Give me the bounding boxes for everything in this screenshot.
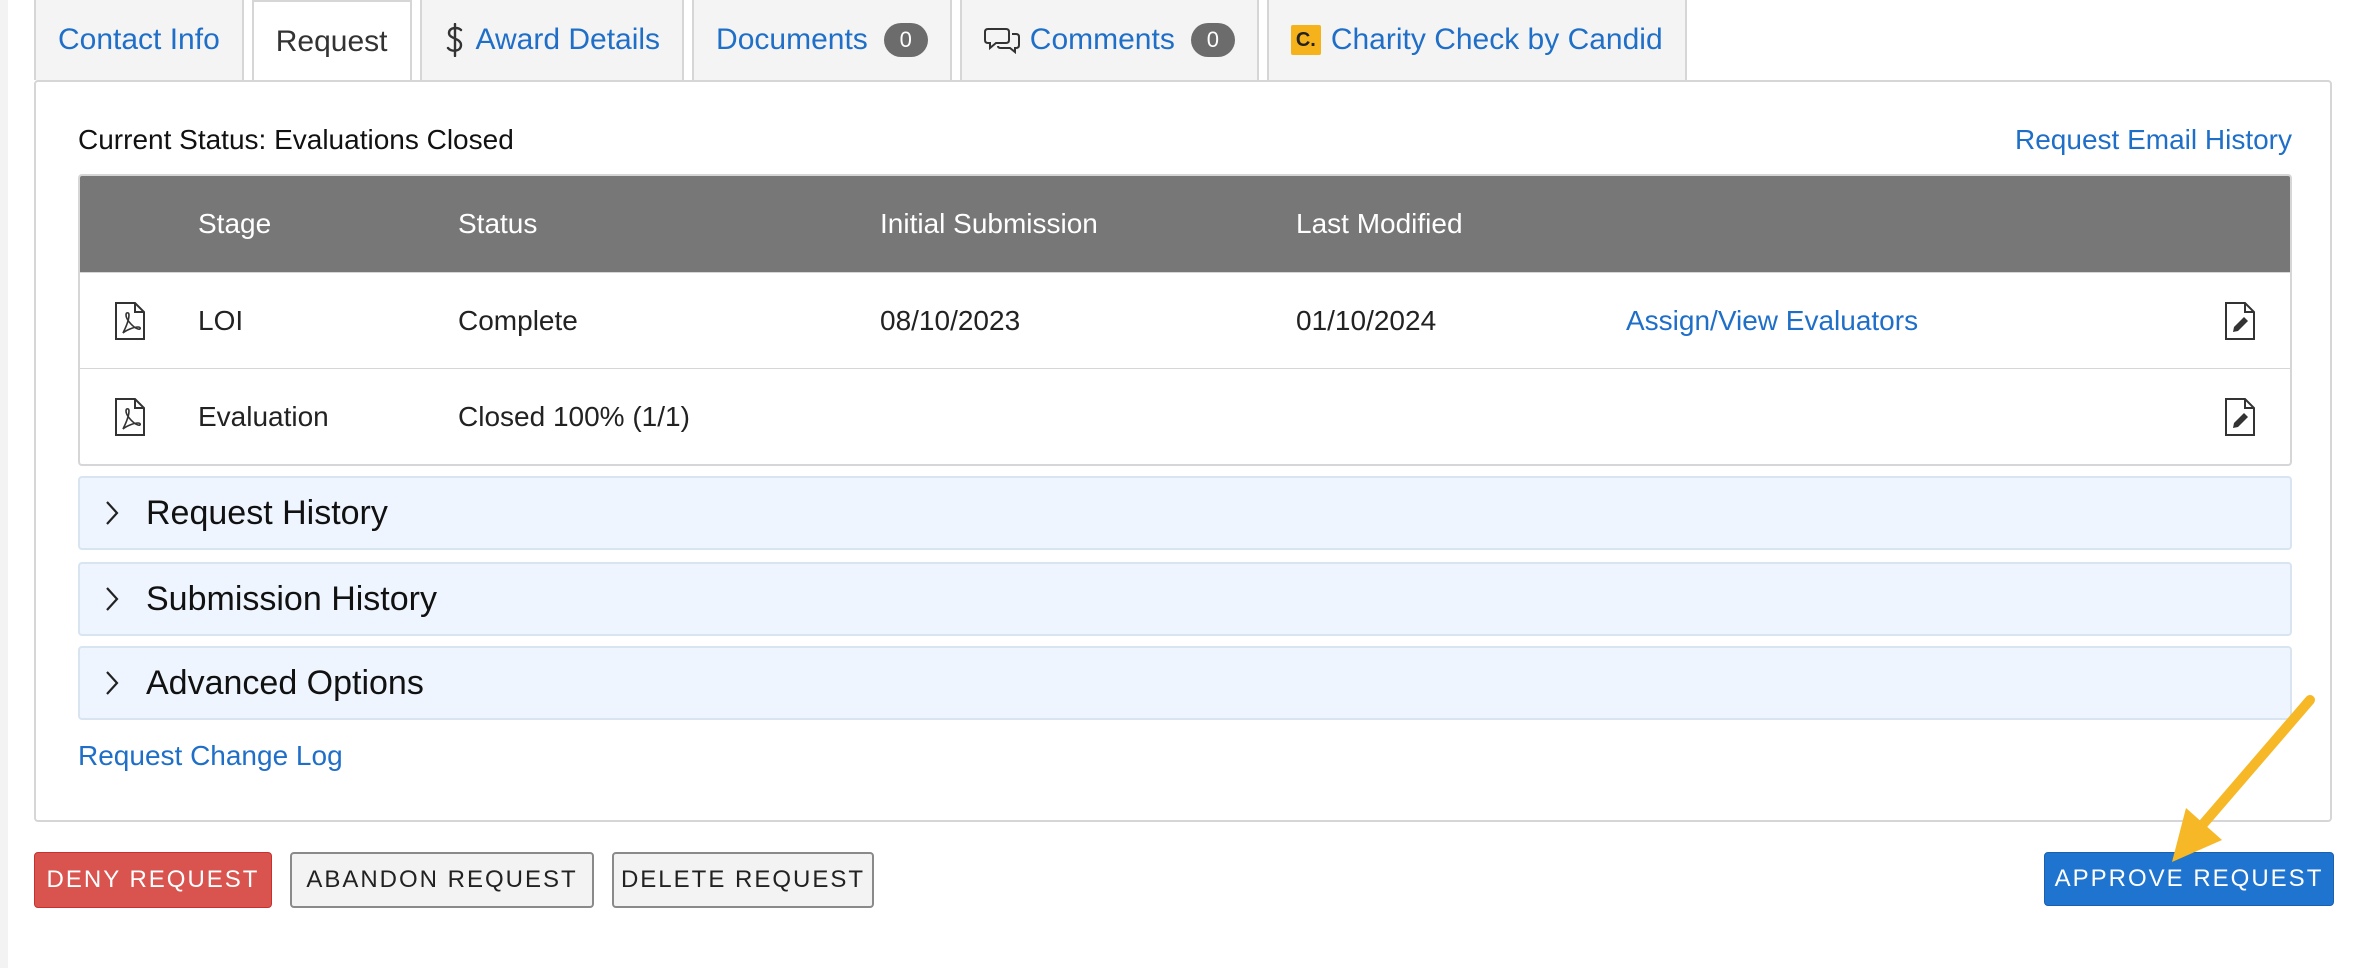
- status-cell: Complete: [458, 304, 578, 336]
- table-row: Evaluation Closed 100% (1/1): [80, 368, 2290, 464]
- current-status: Current Status: Evaluations Closed: [78, 124, 514, 155]
- tab-label: Comments: [1029, 23, 1175, 56]
- table-row: LOI Complete 08/10/2023 01/10/2024 Assig…: [80, 272, 2290, 368]
- tab-documents[interactable]: Documents 0: [692, 0, 952, 80]
- stage-cell: Evaluation: [198, 400, 329, 432]
- pdf-icon[interactable]: [114, 369, 146, 464]
- chevron-right-icon: [104, 585, 124, 613]
- request-email-history-link[interactable]: Request Email History: [2015, 124, 2292, 156]
- candid-logo-icon: C.: [1290, 25, 1321, 55]
- initial-submission-cell: 08/10/2023: [880, 304, 1021, 336]
- tab-label: Charity Check by Candid: [1330, 23, 1663, 56]
- status-cell: Closed 100% (1/1): [458, 400, 690, 432]
- accordion-submission-history[interactable]: Submission History: [78, 562, 2292, 636]
- tab-label: Documents: [716, 23, 868, 56]
- stage-table: Stage Status Initial Submission Last Mod…: [78, 174, 2292, 466]
- pdf-icon[interactable]: [114, 273, 146, 368]
- dollar-icon: [444, 23, 466, 57]
- tab-award-details[interactable]: Award Details: [419, 0, 685, 80]
- tab-label: Contact Info: [58, 23, 220, 56]
- tab-charity-check[interactable]: C. Charity Check by Candid: [1266, 0, 1687, 80]
- abandon-request-button[interactable]: ABANDON REQUEST: [290, 852, 594, 908]
- delete-request-button[interactable]: DELETE REQUEST: [612, 852, 874, 908]
- edit-document-icon[interactable]: [2224, 369, 2256, 464]
- accordion-title: Advanced Options: [146, 663, 424, 702]
- tab-request[interactable]: Request: [251, 0, 412, 82]
- accordion-title: Submission History: [146, 579, 437, 618]
- accordion-request-history[interactable]: Request History: [78, 476, 2292, 550]
- request-panel: Current Status: Evaluations Closed Reque…: [34, 80, 2332, 822]
- chevron-right-icon: [104, 499, 124, 527]
- header-stage: Stage: [198, 208, 272, 239]
- tab-label: Request: [275, 25, 388, 58]
- accordion-title: Request History: [146, 493, 388, 532]
- approve-request-button[interactable]: APPROVE REQUEST: [2044, 852, 2334, 906]
- table-header: Stage Status Initial Submission Last Mod…: [80, 176, 2290, 272]
- stage-cell: LOI: [198, 304, 244, 336]
- tab-contact-info[interactable]: Contact Info: [34, 0, 244, 80]
- left-gutter: [0, 0, 8, 968]
- tab-bar: Contact Info Request Award Details Docum…: [34, 0, 1687, 82]
- comments-count-badge: 0: [1190, 23, 1235, 57]
- last-modified-cell: 01/10/2024: [1296, 304, 1437, 336]
- header-last-modified: Last Modified: [1296, 208, 1463, 239]
- tab-label: Award Details: [475, 23, 661, 56]
- header-initial-submission: Initial Submission: [880, 208, 1098, 239]
- request-change-log-link[interactable]: Request Change Log: [78, 740, 343, 772]
- accordion-advanced-options[interactable]: Advanced Options: [78, 646, 2292, 720]
- deny-request-button[interactable]: DENY REQUEST: [34, 852, 272, 908]
- chevron-right-icon: [104, 669, 124, 697]
- documents-count-badge: 0: [883, 23, 928, 57]
- comments-icon: [983, 25, 1020, 55]
- edit-document-icon[interactable]: [2224, 273, 2256, 368]
- tab-comments[interactable]: Comments 0: [959, 0, 1259, 80]
- assign-view-evaluators-link[interactable]: Assign/View Evaluators: [1626, 273, 1918, 368]
- header-status: Status: [458, 208, 538, 239]
